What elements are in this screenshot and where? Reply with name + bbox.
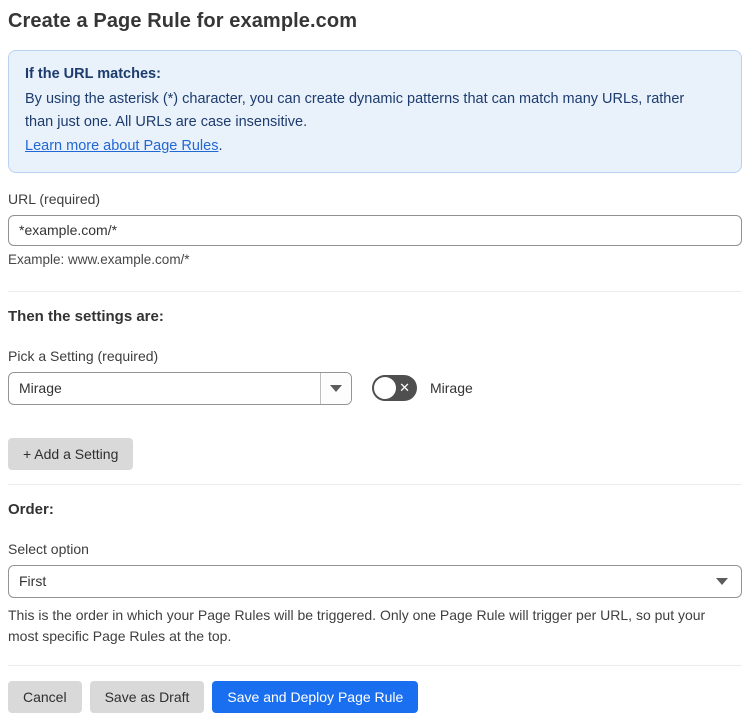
setting-select[interactable]: Mirage [8, 371, 352, 405]
divider [8, 665, 742, 667]
order-section-heading: Order: [8, 500, 54, 518]
order-select[interactable]: First [8, 564, 742, 598]
info-box-heading: If the URL matches: [25, 66, 161, 82]
save-deploy-button[interactable]: Save and Deploy Page Rule [212, 681, 419, 713]
setting-select-arrow-button[interactable] [320, 372, 351, 404]
page-title: Create a Page Rule for example.com [8, 10, 358, 32]
learn-more-link[interactable]: Learn more about Page Rules [25, 138, 218, 154]
chevron-down-icon [716, 577, 728, 585]
setting-row: Mirage ✕ Mirage [8, 371, 742, 405]
mirage-toggle[interactable]: ✕ [372, 375, 417, 402]
order-helper-text: This is the order in which your Page Rul… [8, 606, 706, 645]
order-select-label: Select option [8, 540, 89, 557]
url-input[interactable] [8, 214, 742, 246]
page-rule-form: Create a Page Rule for example.com If th… [0, 0, 750, 713]
cancel-button[interactable]: Cancel [8, 681, 82, 713]
footer-actions: Cancel Save as Draft Save and Deploy Pag… [8, 681, 742, 713]
setting-picker-label: Pick a Setting (required) [8, 347, 159, 364]
link-suffix: . [218, 137, 223, 154]
info-box-link-line: Learn more about Page Rules. [25, 135, 725, 158]
toggle-knob [374, 377, 396, 400]
toggle-label: Mirage [430, 380, 473, 397]
url-match-info-box: If the URL matches: By using the asteris… [8, 50, 742, 173]
divider [8, 483, 742, 485]
add-setting-button[interactable]: + Add a Setting [8, 437, 134, 470]
toggle-off-x-icon: ✕ [399, 380, 410, 396]
chevron-down-icon [330, 384, 342, 392]
url-field-label: URL (required) [8, 190, 101, 207]
order-select-value: First [19, 573, 47, 590]
save-draft-button[interactable]: Save as Draft [89, 681, 205, 713]
setting-select-value: Mirage [19, 380, 62, 397]
info-box-body: By using the asterisk (*) character, you… [25, 91, 685, 131]
settings-section-heading: Then the settings are: [8, 307, 164, 325]
divider [8, 290, 742, 292]
url-example-helper: Example: www.example.com/* [8, 251, 190, 267]
